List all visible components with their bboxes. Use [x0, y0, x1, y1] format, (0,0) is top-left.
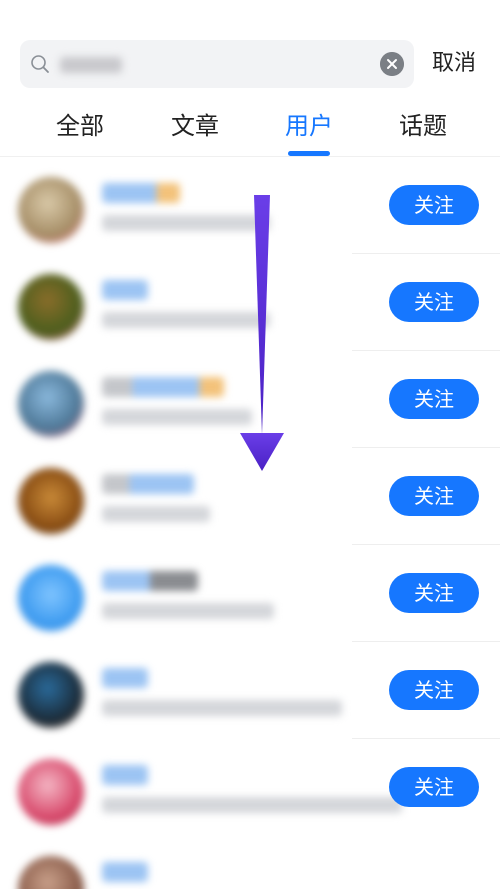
user-subtitle: [102, 603, 274, 619]
avatar: [18, 274, 84, 340]
tab-all[interactable]: 全部: [40, 108, 120, 144]
tab-users[interactable]: 用户: [269, 108, 349, 144]
search-icon: [31, 55, 49, 73]
search-input[interactable]: [20, 40, 414, 88]
user-name: [102, 183, 180, 203]
clear-icon[interactable]: [380, 52, 404, 76]
user-name: [102, 280, 148, 300]
user-name: [102, 668, 148, 688]
user-subtitle: [102, 797, 402, 813]
tab-topics[interactable]: 话题: [383, 108, 463, 144]
user-name: [102, 377, 224, 397]
list-item[interactable]: 关注: [0, 739, 500, 836]
avatar: [18, 468, 84, 534]
avatar: [18, 371, 84, 437]
user-name: [102, 765, 148, 785]
follow-button[interactable]: 关注: [389, 379, 479, 419]
user-name: [102, 474, 194, 494]
user-subtitle: [102, 506, 210, 522]
follow-button[interactable]: 关注: [389, 476, 479, 516]
scroll-down-arrow-icon: [240, 195, 284, 471]
avatar: [18, 759, 84, 825]
tab-bar: 全部 文章 用户 话题: [0, 108, 500, 156]
follow-button[interactable]: 关注: [389, 185, 479, 225]
user-name: [102, 571, 198, 591]
avatar: [18, 565, 84, 631]
user-name: [102, 862, 148, 882]
user-subtitle: [102, 700, 342, 716]
avatar: [18, 662, 84, 728]
tab-articles[interactable]: 文章: [155, 108, 235, 144]
list-item[interactable]: 关注: [0, 642, 500, 739]
list-item[interactable]: [0, 836, 500, 889]
avatar: [18, 177, 84, 243]
follow-button[interactable]: 关注: [389, 767, 479, 807]
follow-button[interactable]: 关注: [389, 670, 479, 710]
user-subtitle: [102, 409, 252, 425]
list-item[interactable]: 关注: [0, 545, 500, 642]
avatar: [18, 856, 84, 889]
search-query-text: [60, 57, 122, 73]
cancel-button[interactable]: 取消: [432, 50, 476, 78]
follow-button[interactable]: 关注: [389, 573, 479, 613]
follow-button[interactable]: 关注: [389, 282, 479, 322]
